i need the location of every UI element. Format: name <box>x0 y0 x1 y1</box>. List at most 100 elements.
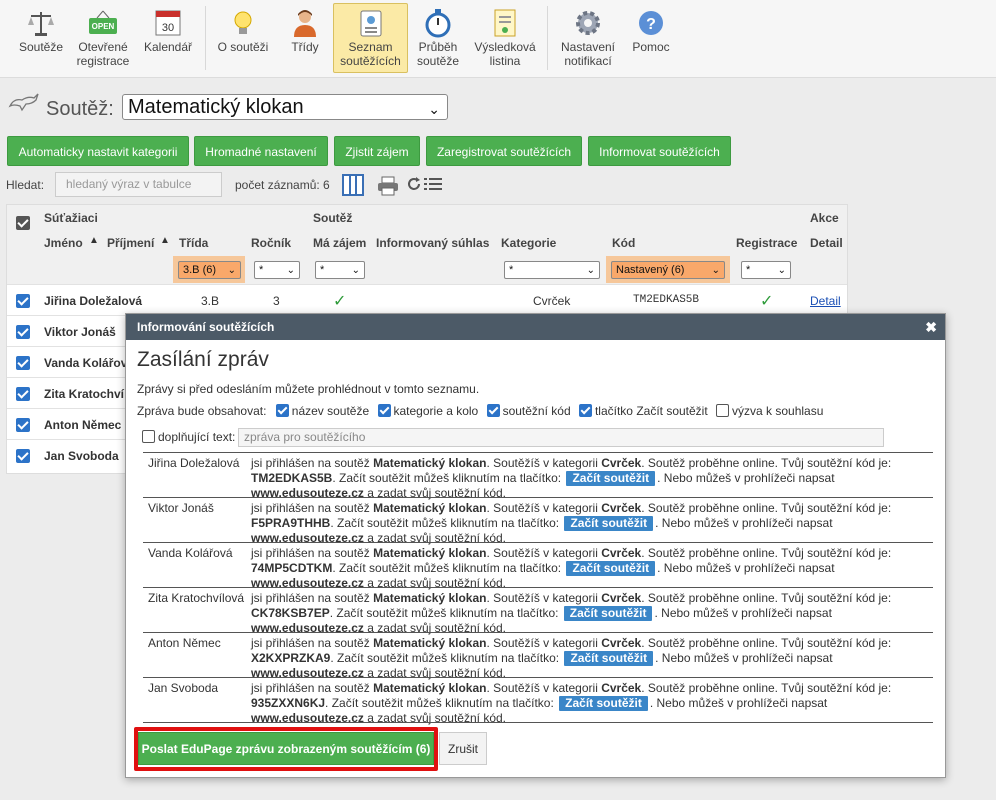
row-checkbox[interactable] <box>16 294 30 308</box>
inform-button[interactable]: Informovat soutěžících <box>588 136 731 166</box>
message-code: F5PRA9THHB <box>251 516 331 530</box>
filter-zajem[interactable]: * ⌄ <box>315 261 365 279</box>
close-icon[interactable]: ✖ <box>925 314 937 340</box>
scales-icon <box>28 12 54 36</box>
filter-rocnik[interactable]: * ⌄ <box>254 261 300 279</box>
register-button[interactable]: Zaregistrovat soutěžících <box>426 136 582 166</box>
toolbar-nastaveni-notifikaci[interactable]: Nastavení notifikací <box>556 4 620 72</box>
table-row[interactable]: Jiřina Doležalová 3.B 3 ✓ Cvrček TM2EDKA… <box>7 284 847 315</box>
toolbar-label: O soutěži <box>217 40 269 54</box>
option-consent[interactable]: výzva k souhlasu <box>716 404 823 418</box>
message-preview-row: Vanda Kolářová jsi přihlášen na soutěž Ma… <box>143 542 933 590</box>
message-code: TM2EDKAS5B <box>251 471 333 485</box>
calendar-icon: 30 <box>155 10 181 36</box>
col-header-registrace[interactable]: Registrace <box>736 236 797 250</box>
option-checkbox[interactable] <box>486 404 500 417</box>
row-checkbox[interactable] <box>16 387 30 401</box>
col-header-jmeno[interactable]: Jméno <box>44 236 83 250</box>
toolbar-seznam-soutezicich[interactable]: Seznam soutěžících <box>333 3 408 73</box>
check-icon: ✓ <box>760 293 774 310</box>
message-code: X2KXPRZKA9 <box>251 651 331 665</box>
filter-trida[interactable]: 3.B (6) ⌄ <box>178 261 241 279</box>
row-checkbox[interactable] <box>16 449 30 463</box>
option-start-button[interactable]: tlačítko Začít soutěžit <box>578 404 708 418</box>
message-part: . Soutěžíš v kategorii <box>486 636 602 650</box>
option-code[interactable]: soutěžní kód <box>486 404 571 418</box>
toolbar-label: Otevřené <box>78 40 128 54</box>
toolbar-prubeh-souteze[interactable]: Průběh soutěže <box>412 4 464 72</box>
toolbar-kalendar[interactable]: 30 Kalendář <box>138 4 198 72</box>
option-contest-name[interactable]: název soutěže <box>275 404 369 418</box>
sort-asc-icon[interactable]: ▲ <box>89 235 99 246</box>
start-contest-button[interactable]: Začít soutěžit <box>566 561 656 576</box>
toolbar-o-soutezi[interactable]: O soutěži <box>212 4 274 72</box>
start-contest-button[interactable]: Začít soutěžit <box>559 696 648 711</box>
start-contest-button[interactable]: Začít soutěžit <box>564 651 654 666</box>
option-checkbox[interactable] <box>377 404 391 417</box>
toolbar-soutaze[interactable]: Soutěže <box>14 4 68 72</box>
message-part: . Začít soutěžit můžeš kliknutím na tlač… <box>332 561 565 575</box>
list-icon[interactable] <box>424 176 442 192</box>
start-contest-button[interactable]: Začít soutěžit <box>563 606 653 621</box>
col-header-prijmeni[interactable]: Příjmení <box>107 236 154 250</box>
contest-select[interactable]: Matematický klokan ⌄ <box>122 94 448 120</box>
message-text: jsi přihlášen na soutěž Matematický klok… <box>251 501 931 546</box>
message-text: jsi přihlášen na soutěž Matematický klok… <box>251 681 931 726</box>
option-category[interactable]: kategorie a kolo <box>377 404 478 418</box>
message-contest: Matematický klokan <box>373 501 487 515</box>
bulk-settings-button[interactable]: Hromadné nastavení <box>194 136 328 166</box>
refresh-icon[interactable] <box>406 176 422 192</box>
toolbar-separator <box>205 6 206 70</box>
message-part: jsi přihlášen na soutěž <box>251 456 374 470</box>
col-header-zajem[interactable]: Má zájem <box>313 236 366 250</box>
message-part: . Začít soutěžit můžeš kliknutím na tlač… <box>332 471 565 485</box>
kangaroo-icon <box>8 93 39 112</box>
check-interest-button[interactable]: Zjistit zájem <box>334 136 420 166</box>
extra-text-checkbox[interactable] <box>142 430 155 443</box>
option-checkbox[interactable] <box>578 404 592 417</box>
auto-category-button[interactable]: Automaticky nastavit kategorii <box>7 136 189 166</box>
print-icon[interactable] <box>377 176 399 196</box>
message-part: . Začít soutěžit můžeš kliknutím na tlač… <box>330 516 563 530</box>
row-checkbox[interactable] <box>16 418 30 432</box>
chevron-down-icon: ⌄ <box>711 265 720 276</box>
col-header-kategorie[interactable]: Kategorie <box>501 236 556 250</box>
message-part: . Nebo můžeš v prohlížeči napsat <box>655 651 833 665</box>
filter-value: * <box>509 264 514 276</box>
filter-kategorie[interactable]: * ⌄ <box>504 261 600 279</box>
toolbar-pomoc[interactable]: ? Pomoc <box>626 4 676 72</box>
col-header-rocnik[interactable]: Ročník <box>251 236 291 250</box>
message-part: . Soutěž proběhne online. Tvůj soutěžní … <box>641 591 892 605</box>
columns-icon[interactable] <box>342 174 364 196</box>
group-header-contest: Soutěž <box>313 211 353 225</box>
search-input[interactable]: hledaný výraz v tabulce <box>55 172 222 197</box>
select-all-checkbox[interactable] <box>16 216 30 230</box>
toolbar-label: Třídy <box>291 40 319 54</box>
open-sign-icon: OPEN <box>89 10 117 34</box>
option-checkbox[interactable] <box>275 404 289 417</box>
send-message-button[interactable]: Poslat EduPage zprávu zobrazeným soutěží… <box>138 732 434 765</box>
filter-registrace[interactable]: * ⌄ <box>741 261 791 279</box>
row-checkbox[interactable] <box>16 356 30 370</box>
check-icon: ✓ <box>333 293 347 310</box>
chevron-down-icon: ⌄ <box>777 265 786 276</box>
message-part: . Soutěž proběhne online. Tvůj soutěžní … <box>641 681 892 695</box>
toolbar-otevrene-registrace[interactable]: OPEN Otevřené registrace <box>72 4 134 72</box>
toolbar-tridy[interactable]: Třídy <box>282 4 328 72</box>
cancel-button[interactable]: Zrušit <box>439 732 487 765</box>
detail-link[interactable]: Detail <box>810 294 841 308</box>
start-contest-button[interactable]: Začít soutěžit <box>566 471 656 486</box>
message-category: Cvrček <box>601 591 642 605</box>
toolbar-vysledkova-listina[interactable]: Výsledková listina <box>470 4 540 72</box>
col-header-trida[interactable]: Třída <box>179 236 208 250</box>
message-part: . Soutěžíš v kategorii <box>486 546 602 560</box>
row-checkbox[interactable] <box>16 325 30 339</box>
start-contest-button[interactable]: Začít soutěžit <box>564 516 654 531</box>
option-checkbox[interactable] <box>716 404 730 417</box>
contestant-name: Anton Němec <box>44 418 122 432</box>
sort-asc-icon[interactable]: ▲ <box>160 235 170 246</box>
extra-text-input[interactable]: zpráva pro soutěžícího <box>238 428 884 447</box>
filter-kod[interactable]: Nastavený (6) ⌄ <box>611 261 725 279</box>
col-header-kod[interactable]: Kód <box>612 236 635 250</box>
col-header-souhlas[interactable]: Informovaný súhlas <box>376 236 489 250</box>
